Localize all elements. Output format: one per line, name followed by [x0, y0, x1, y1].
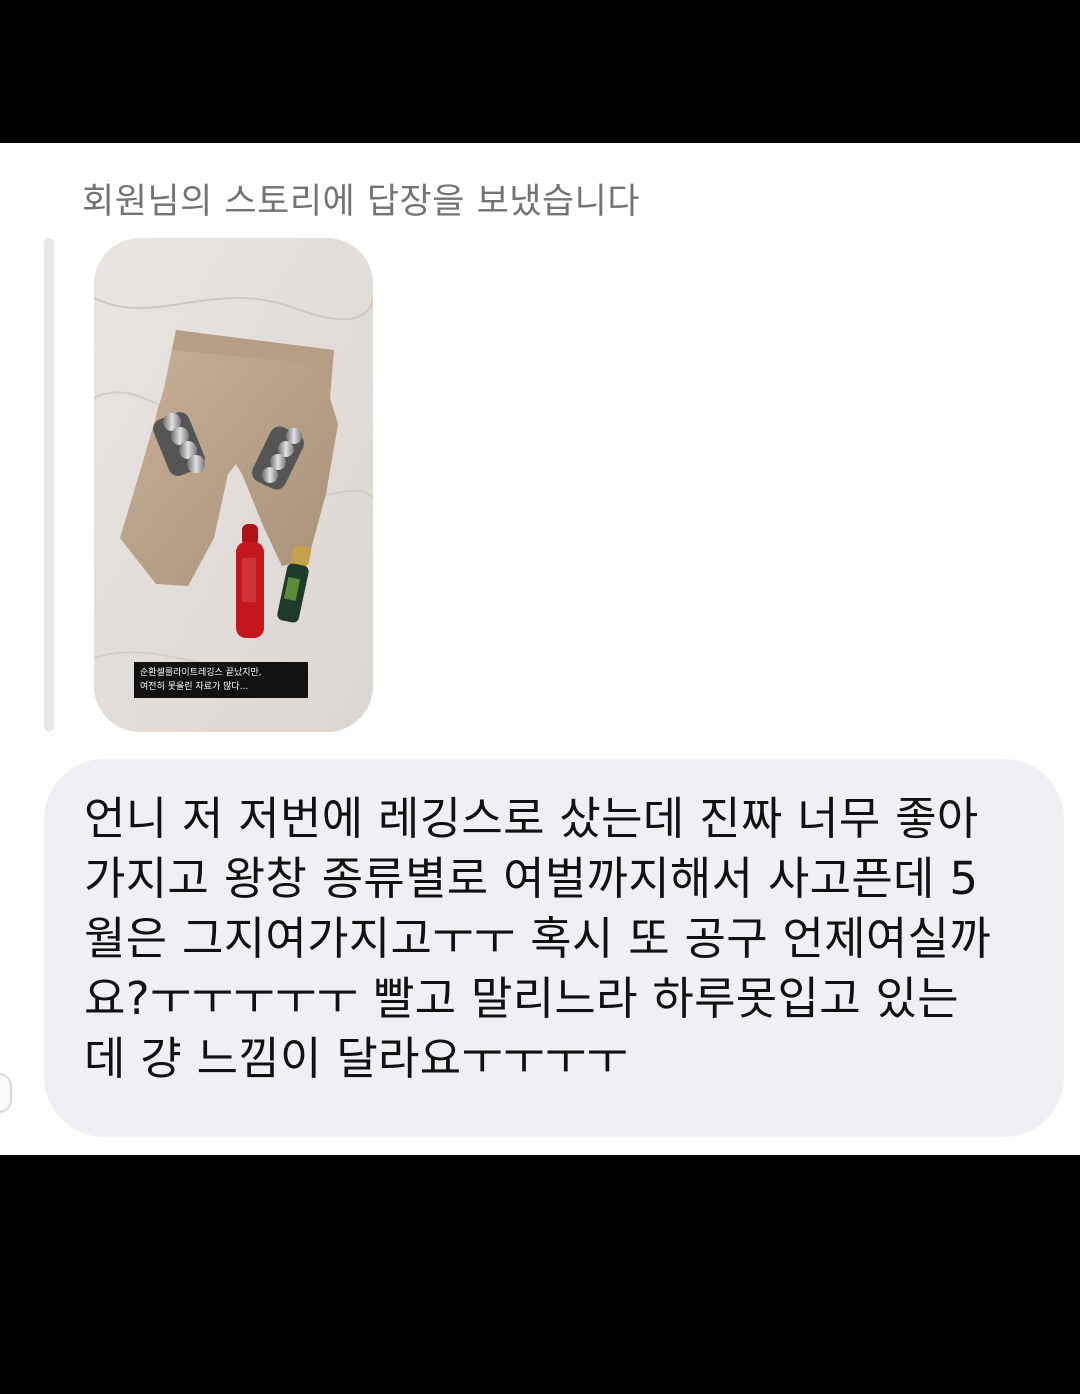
reply-quote-line: [44, 238, 54, 732]
story-caption-line-2: 여전히 못올린 자료가 많다...: [140, 682, 249, 692]
letterbox-bottom: [0, 1155, 1080, 1394]
message-text: 언니 저 저번에 레깅스로 샀는데 진짜 너무 좋아 가지고 왕창 종류별로 여…: [84, 792, 992, 1085]
story-reply-caption: 회원님의 스토리에 답장을 보냈습니다: [82, 182, 641, 222]
avatar[interactable]: [0, 1073, 12, 1113]
story-caption: 순환셀룰라이트레깅스 끝났지만, 여전히 못올린 자료가 많다...: [134, 662, 308, 698]
story-caption-line-1: 순환셀룰라이트레깅스 끝났지만,: [140, 668, 262, 678]
letterbox-top: [0, 0, 1080, 143]
message-bubble[interactable]: 언니 저 저번에 레깅스로 샀는데 진짜 너무 좋아 가지고 왕창 종류별로 여…: [44, 759, 1064, 1137]
story-thumbnail[interactable]: 순환셀룰라이트레깅스 끝났지만, 여전히 못올린 자료가 많다...: [94, 238, 373, 732]
dm-thread: 회원님의 스토리에 답장을 보냈습니다 순환셀룰라이트레깅스 끝났지만, 여전히…: [0, 143, 1080, 1155]
story-image: [94, 238, 373, 732]
